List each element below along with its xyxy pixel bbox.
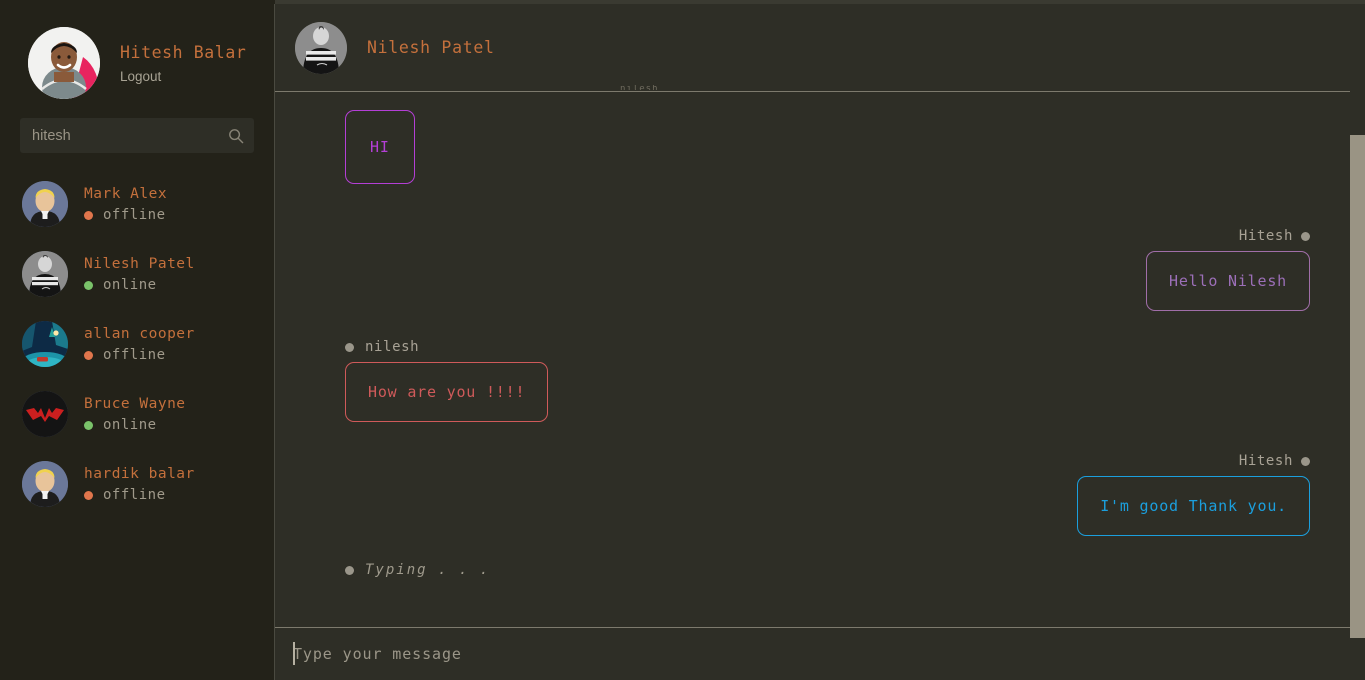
contact-name: allan cooper — [84, 325, 195, 343]
search-box[interactable] — [20, 118, 254, 153]
chat-app: Hitesh Balar Logout — [0, 0, 1365, 680]
scrollbar[interactable] — [1350, 4, 1365, 680]
message-sender-name: Hitesh — [1239, 453, 1293, 469]
contact-status-label: offline — [103, 487, 166, 503]
message-bubble[interactable]: HI — [345, 110, 415, 184]
contact-meta: hardik balar offline — [84, 465, 195, 503]
status-dot — [345, 343, 354, 352]
search-input[interactable] — [32, 128, 228, 144]
message-sender-tag: nilesh — [345, 339, 419, 355]
status-dot — [84, 211, 93, 220]
chat-panel: Nilesh Patel nilesh HI Hitesh Hello Nile… — [275, 0, 1365, 680]
status-dot — [1301, 457, 1310, 466]
message-bubble[interactable]: Hello Nilesh — [1146, 251, 1310, 311]
message-row: HI — [345, 110, 1310, 184]
avatar — [22, 251, 68, 297]
message-row: Hitesh I'm good Thank you. — [345, 453, 1310, 536]
message-sender-name: Hitesh — [1239, 228, 1293, 244]
typing-indicator: Typing . . . — [345, 562, 1310, 578]
contact-item-hardik-balar[interactable]: hardik balar offline — [0, 449, 274, 519]
avatar — [22, 391, 68, 437]
avatar — [22, 461, 68, 507]
message-bubble[interactable]: How are you !!!! — [345, 362, 548, 422]
contact-status-label: online — [103, 277, 157, 293]
contact-name: hardik balar — [84, 465, 195, 483]
contact-status: offline — [84, 347, 195, 363]
contact-name: Bruce Wayne — [84, 395, 186, 413]
contact-item-allan-cooper[interactable]: allan cooper offline — [0, 309, 274, 379]
search-area — [0, 104, 274, 153]
contact-status-label: offline — [103, 347, 166, 363]
contact-status: offline — [84, 207, 167, 223]
profile-name: Hitesh Balar — [120, 42, 246, 63]
clipped-message-text: nilesh — [620, 85, 659, 90]
status-dot — [1301, 232, 1310, 241]
status-dot — [84, 491, 93, 500]
sidebar: Hitesh Balar Logout — [0, 0, 275, 680]
contact-item-nilesh-patel[interactable]: Nilesh Patel online — [0, 239, 274, 309]
message-row: Hitesh Hello Nilesh — [345, 228, 1310, 311]
logout-button[interactable]: Logout — [120, 69, 246, 84]
current-user-profile: Hitesh Balar Logout — [0, 4, 274, 104]
contact-name: Nilesh Patel — [84, 255, 195, 273]
message-sender-tag: Hitesh — [1239, 453, 1310, 469]
contact-meta: Nilesh Patel online — [84, 255, 195, 293]
status-dot — [84, 351, 93, 360]
typing-label: Typing . . . — [365, 562, 490, 578]
status-dot — [345, 566, 354, 575]
status-dot — [84, 421, 93, 430]
avatar — [22, 181, 68, 227]
contact-meta: allan cooper offline — [84, 325, 195, 363]
avatar — [22, 321, 68, 367]
contact-meta: Mark Alex offline — [84, 185, 167, 223]
contact-status-label: offline — [103, 207, 166, 223]
message-composer[interactable] — [275, 627, 1365, 680]
contact-status: online — [84, 417, 186, 433]
chat-header: Nilesh Patel nilesh — [275, 4, 1365, 92]
avatar[interactable] — [295, 22, 347, 74]
contact-status-label: online — [103, 417, 157, 433]
message-sender-name: nilesh — [365, 339, 419, 355]
contact-meta: Bruce Wayne online — [84, 395, 186, 433]
message-list: HI Hitesh Hello Nilesh nilesh How are yo… — [275, 92, 1365, 627]
message-sender-tag: Hitesh — [1239, 228, 1310, 244]
contact-list: Mark Alex offline — [0, 169, 274, 519]
contact-item-mark-alex[interactable]: Mark Alex offline — [0, 169, 274, 239]
status-dot — [84, 281, 93, 290]
profile-text: Hitesh Balar Logout — [120, 42, 246, 83]
chat-header-name: Nilesh Patel — [367, 38, 495, 57]
contact-status: offline — [84, 487, 195, 503]
text-cursor — [293, 642, 295, 665]
message-row: nilesh How are you !!!! — [345, 339, 1310, 422]
message-bubble[interactable]: I'm good Thank you. — [1077, 476, 1310, 536]
contact-item-bruce-wayne[interactable]: Bruce Wayne online — [0, 379, 274, 449]
contact-name: Mark Alex — [84, 185, 167, 203]
contact-status: online — [84, 277, 195, 293]
window-top-strip — [0, 0, 1365, 4]
avatar[interactable] — [28, 27, 100, 99]
message-input[interactable] — [293, 645, 1365, 663]
search-icon[interactable] — [228, 128, 244, 144]
window-top-strip-left — [0, 0, 275, 4]
scrollbar-thumb[interactable] — [1350, 135, 1365, 638]
